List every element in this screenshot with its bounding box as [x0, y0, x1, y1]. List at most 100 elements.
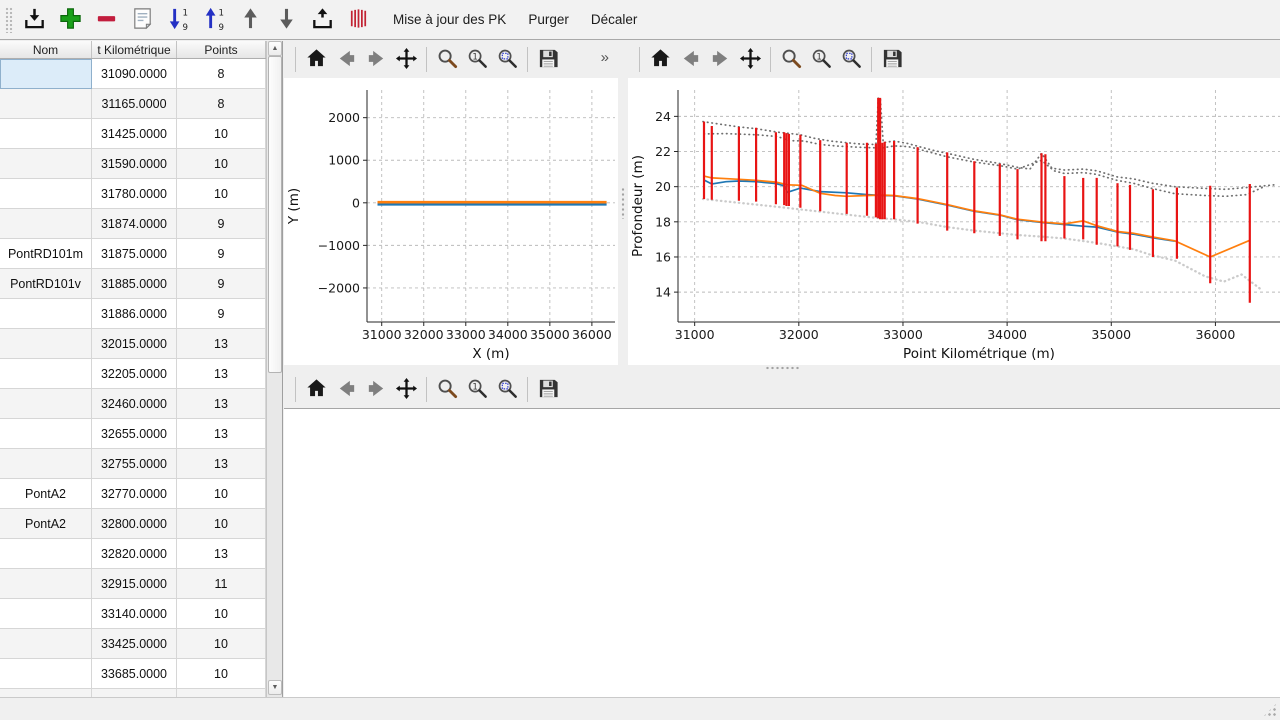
- table-row[interactable]: 31090.00008: [0, 59, 266, 89]
- zoom-button[interactable]: [432, 44, 462, 75]
- cell-points[interactable]: 11: [177, 569, 266, 599]
- cell-pk[interactable]: 33685.0000: [92, 659, 177, 689]
- zoom-button[interactable]: [776, 44, 806, 75]
- home-button[interactable]: [301, 44, 331, 75]
- zoom-select-button[interactable]: [492, 374, 522, 405]
- move-down-button[interactable]: [271, 3, 302, 37]
- cell-pk[interactable]: 32460.0000: [92, 389, 177, 419]
- back-button[interactable]: [675, 44, 705, 75]
- purger-button[interactable]: Purger: [517, 5, 580, 34]
- cell-nom[interactable]: [0, 59, 92, 89]
- zoom-button[interactable]: [432, 374, 462, 405]
- table-row[interactable]: PontRD101m31875.00009: [0, 239, 266, 269]
- save-button[interactable]: [533, 374, 563, 405]
- move-up-button[interactable]: [235, 3, 266, 37]
- cell-pk[interactable]: 32655.0000: [92, 419, 177, 449]
- cell-nom[interactable]: [0, 449, 92, 479]
- scrollbar-thumb[interactable]: [268, 56, 282, 373]
- cell-nom[interactable]: [0, 599, 92, 629]
- bottom-plot-canvas[interactable]: [284, 408, 1280, 697]
- cell-pk[interactable]: 32755.0000: [92, 449, 177, 479]
- cell-points[interactable]: 9: [177, 299, 266, 329]
- cell-nom[interactable]: [0, 119, 92, 149]
- cell-nom[interactable]: [0, 419, 92, 449]
- home-button[interactable]: [645, 44, 675, 75]
- cell-nom[interactable]: [0, 149, 92, 179]
- table-row[interactable]: 32820.000013: [0, 539, 266, 569]
- cell-pk[interactable]: 32820.0000: [92, 539, 177, 569]
- cell-nom[interactable]: [0, 89, 92, 119]
- cell-points[interactable]: 13: [177, 449, 266, 479]
- table-row[interactable]: 33685.000010: [0, 659, 266, 689]
- sort-asc-button[interactable]: 19: [199, 3, 230, 37]
- table-row[interactable]: PontA232800.000010: [0, 509, 266, 539]
- table-row[interactable]: 31874.00009: [0, 209, 266, 239]
- cell-nom[interactable]: PontA2: [0, 479, 92, 509]
- note-button[interactable]: [127, 3, 158, 37]
- cell-pk[interactable]: 31425.0000: [92, 119, 177, 149]
- cell-pk[interactable]: 31165.0000: [92, 89, 177, 119]
- table-scrollbar[interactable]: ▲ ▼: [266, 41, 282, 697]
- cell-points[interactable]: 8: [177, 89, 266, 119]
- forward-button[interactable]: [361, 44, 391, 75]
- cell-nom[interactable]: [0, 689, 92, 697]
- back-button[interactable]: [331, 44, 361, 75]
- cell-points[interactable]: 8: [177, 59, 266, 89]
- table-row[interactable]: 32755.000013: [0, 449, 266, 479]
- pk-update-button[interactable]: [343, 3, 374, 37]
- cell-points[interactable]: [177, 689, 266, 697]
- cell-pk[interactable]: 32915.0000: [92, 569, 177, 599]
- cell-pk[interactable]: 31886.0000: [92, 299, 177, 329]
- zoom-one-button[interactable]: 1: [462, 44, 492, 75]
- cell-nom[interactable]: [0, 299, 92, 329]
- scroll-up-arrow-icon[interactable]: ▲: [268, 41, 282, 56]
- pan-button[interactable]: [391, 44, 421, 75]
- forward-button[interactable]: [705, 44, 735, 75]
- zoom-select-button[interactable]: [836, 44, 866, 75]
- vertical-splitter[interactable]: [618, 41, 628, 365]
- right-plot-canvas[interactable]: 3100032000330003400035000360001416182022…: [628, 78, 1280, 365]
- cell-pk[interactable]: 31875.0000: [92, 239, 177, 269]
- column-header-nom[interactable]: Nom: [0, 41, 92, 58]
- cell-points[interactable]: 10: [177, 629, 266, 659]
- cell-nom[interactable]: [0, 659, 92, 689]
- cell-pk[interactable]: 31780.0000: [92, 179, 177, 209]
- table-row[interactable]: 31780.000010: [0, 179, 266, 209]
- cell-points[interactable]: 13: [177, 329, 266, 359]
- table-row[interactable]: 31886.00009: [0, 299, 266, 329]
- cell-nom[interactable]: [0, 209, 92, 239]
- cell-pk[interactable]: 31874.0000: [92, 209, 177, 239]
- cell-points[interactable]: 10: [177, 509, 266, 539]
- cell-pk[interactable]: [92, 689, 177, 697]
- table-row[interactable]: PontA232770.000010: [0, 479, 266, 509]
- table-row[interactable]: 31590.000010: [0, 149, 266, 179]
- cell-points[interactable]: 10: [177, 149, 266, 179]
- import-button[interactable]: [19, 3, 50, 37]
- cell-pk[interactable]: 31885.0000: [92, 269, 177, 299]
- save-button[interactable]: [877, 44, 907, 75]
- table-row[interactable]: 32460.000013: [0, 389, 266, 419]
- cell-points[interactable]: 9: [177, 209, 266, 239]
- cell-nom[interactable]: PontRD101m: [0, 239, 92, 269]
- cell-points[interactable]: 10: [177, 119, 266, 149]
- left-plot-canvas[interactable]: 310003200033000340003500036000−2000−1000…: [284, 78, 618, 365]
- cell-pk[interactable]: 32800.0000: [92, 509, 177, 539]
- decaler-button[interactable]: Décaler: [580, 5, 649, 34]
- cell-points[interactable]: 10: [177, 659, 266, 689]
- pan-button[interactable]: [735, 44, 765, 75]
- cell-points[interactable]: 9: [177, 269, 266, 299]
- table-row[interactable]: [0, 689, 266, 697]
- cell-nom[interactable]: [0, 539, 92, 569]
- cell-nom[interactable]: [0, 389, 92, 419]
- export-button[interactable]: [307, 3, 338, 37]
- cell-points[interactable]: 13: [177, 389, 266, 419]
- cell-pk[interactable]: 31590.0000: [92, 149, 177, 179]
- table-row[interactable]: 33140.000010: [0, 599, 266, 629]
- cell-points[interactable]: 13: [177, 539, 266, 569]
- table-row[interactable]: 31425.000010: [0, 119, 266, 149]
- table-row[interactable]: PontRD101v31885.00009: [0, 269, 266, 299]
- cell-points[interactable]: 10: [177, 179, 266, 209]
- zoom-select-button[interactable]: [492, 44, 522, 75]
- save-button[interactable]: [533, 44, 563, 75]
- column-header-points[interactable]: Points: [177, 41, 266, 58]
